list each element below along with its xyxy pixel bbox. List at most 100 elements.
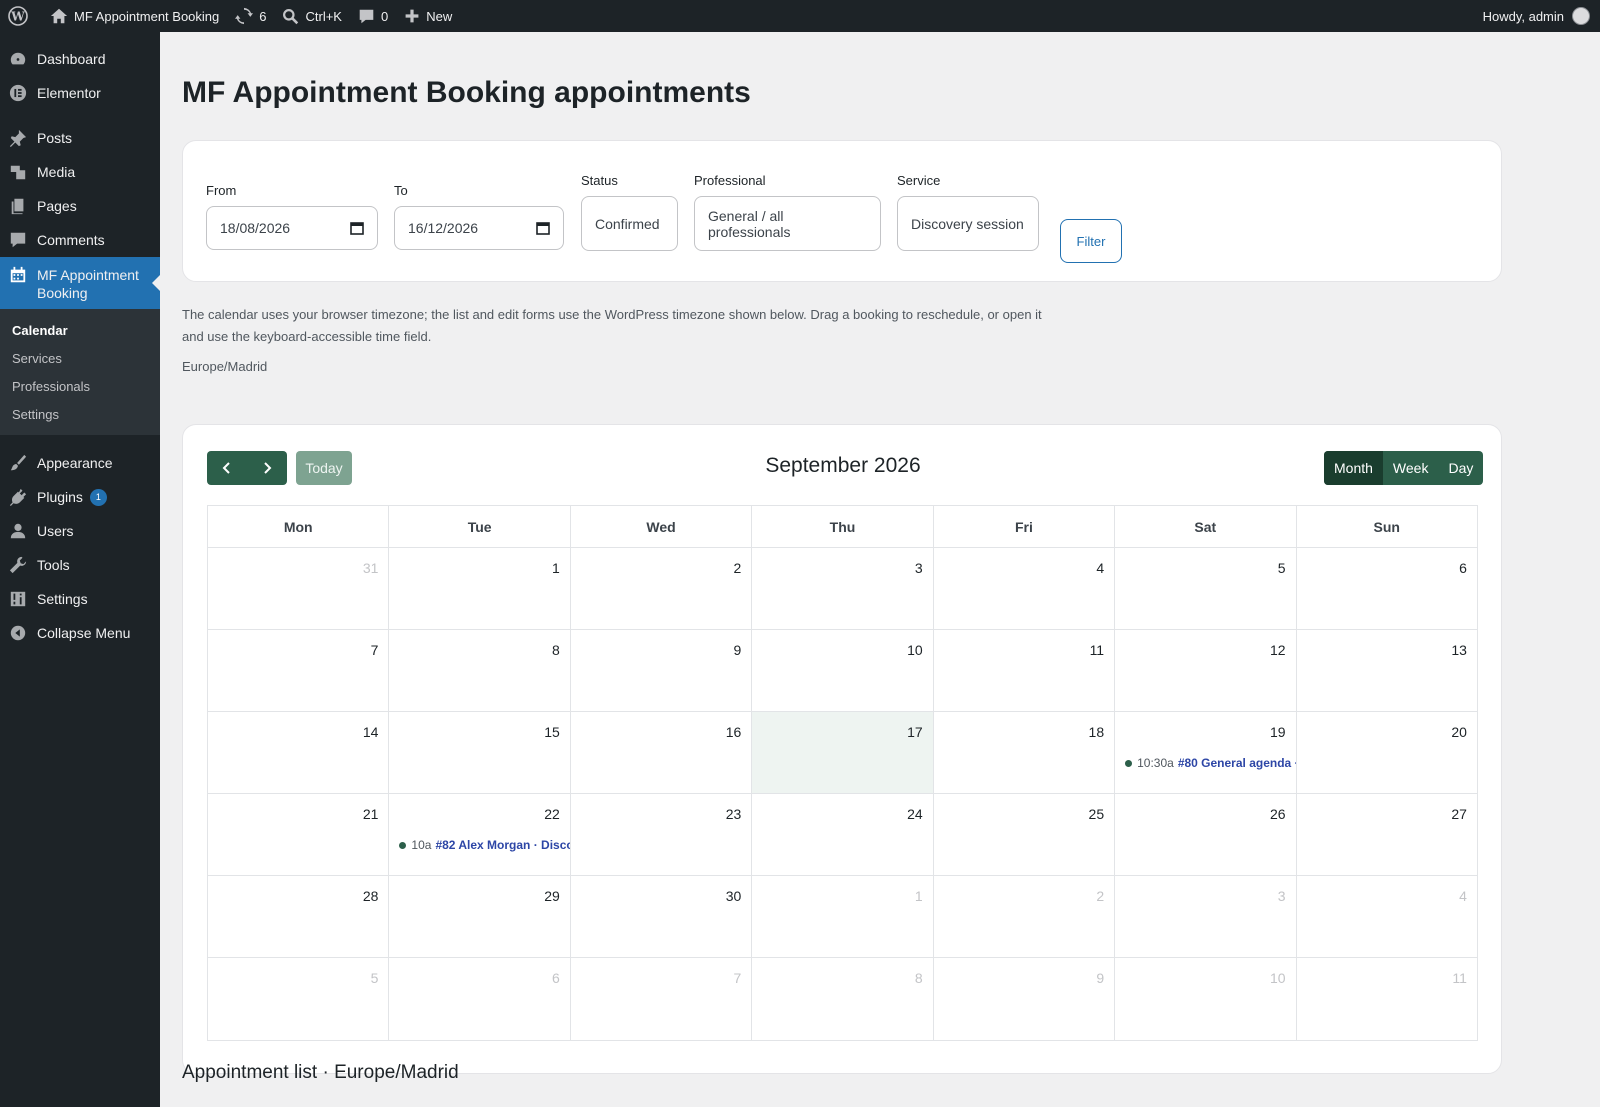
calendar-picker-icon[interactable] <box>350 221 364 235</box>
day-number[interactable]: 21 <box>363 806 379 822</box>
sidebar-item-media[interactable]: Media <box>0 155 160 189</box>
day-number[interactable]: 11 <box>1090 642 1105 658</box>
sidebar-item-plugins[interactable]: Plugins 1 <box>0 480 160 514</box>
day-cell[interactable]: 9 <box>934 958 1116 1040</box>
day-number[interactable]: 7 <box>733 970 741 986</box>
submenu-professionals[interactable]: Professionals <box>0 372 160 400</box>
day-cell-today[interactable]: 17 <box>752 712 934 793</box>
day-cell[interactable]: 19 10:30a #80 General agenda · <box>1115 712 1297 793</box>
day-number[interactable]: 20 <box>1451 724 1467 740</box>
day-cell[interactable]: 31 <box>208 548 390 629</box>
day-cell[interactable]: 11 <box>1297 958 1477 1040</box>
day-cell[interactable]: 7 <box>571 958 753 1040</box>
calendar-event[interactable]: 10a #82 Alex Morgan · Disco <box>399 838 570 852</box>
sidebar-item-posts[interactable]: Posts <box>0 121 160 155</box>
day-number[interactable]: 29 <box>544 888 560 904</box>
calendar-picker-icon[interactable] <box>536 221 550 235</box>
from-date-input[interactable]: 18/08/2026 <box>206 206 378 250</box>
day-number[interactable]: 10 <box>907 642 923 658</box>
day-number[interactable]: 11 <box>1452 970 1467 986</box>
day-number[interactable]: 8 <box>552 642 560 658</box>
day-cell[interactable]: 4 <box>934 548 1116 629</box>
sidebar-item-settings[interactable]: Settings <box>0 582 160 616</box>
day-cell[interactable]: 24 <box>752 794 934 875</box>
day-number[interactable]: 27 <box>1451 806 1467 822</box>
day-cell[interactable]: 10 <box>1115 958 1297 1040</box>
day-number[interactable]: 8 <box>915 970 923 986</box>
day-number[interactable]: 12 <box>1270 642 1286 658</box>
wordpress-logo[interactable]: W <box>0 0 42 32</box>
day-cell[interactable]: 25 <box>934 794 1116 875</box>
site-name-link[interactable]: MF Appointment Booking <box>42 0 227 32</box>
day-cell[interactable]: 26 <box>1115 794 1297 875</box>
day-number[interactable]: 22 <box>544 806 560 822</box>
day-number[interactable]: 19 <box>1270 724 1286 740</box>
sidebar-item-mf-appointment-booking[interactable]: MF Appointment Booking <box>0 257 160 309</box>
day-cell[interactable]: 22 10a #82 Alex Morgan · Disco <box>389 794 571 875</box>
day-cell[interactable]: 1 <box>752 876 934 957</box>
collapse-menu-button[interactable]: Collapse Menu <box>0 616 160 650</box>
day-number[interactable]: 28 <box>363 888 379 904</box>
day-number[interactable]: 2 <box>1096 888 1104 904</box>
day-cell[interactable]: 13 <box>1297 630 1477 711</box>
day-number[interactable]: 15 <box>544 724 560 740</box>
day-number[interactable]: 13 <box>1451 642 1467 658</box>
day-cell[interactable]: 30 <box>571 876 753 957</box>
day-number[interactable]: 6 <box>1459 560 1467 576</box>
view-week-button[interactable]: Week <box>1383 451 1439 485</box>
day-cell[interactable]: 6 <box>389 958 571 1040</box>
day-number[interactable]: 17 <box>907 724 923 740</box>
view-month-button[interactable]: Month <box>1324 451 1383 485</box>
day-number[interactable]: 10 <box>1270 970 1286 986</box>
day-cell[interactable]: 7 <box>208 630 390 711</box>
sidebar-item-dashboard[interactable]: Dashboard <box>0 42 160 76</box>
day-cell[interactable]: 11 <box>934 630 1116 711</box>
day-number[interactable]: 1 <box>915 888 923 904</box>
day-cell[interactable]: 9 <box>571 630 753 711</box>
day-number[interactable]: 7 <box>371 642 379 658</box>
sidebar-item-comments[interactable]: Comments <box>0 223 160 257</box>
professional-select[interactable]: General / all professionals <box>694 196 881 251</box>
day-cell[interactable]: 4 <box>1297 876 1477 957</box>
day-number[interactable]: 25 <box>1089 806 1105 822</box>
status-select[interactable]: Confirmed <box>581 196 678 251</box>
day-number[interactable]: 9 <box>1096 970 1104 986</box>
day-cell[interactable]: 20 <box>1297 712 1477 793</box>
day-cell[interactable]: 21 <box>208 794 390 875</box>
calendar-event[interactable]: 10:30a #80 General agenda · <box>1125 756 1296 770</box>
day-number[interactable]: 4 <box>1459 888 1467 904</box>
day-number[interactable]: 2 <box>733 560 741 576</box>
day-number[interactable]: 26 <box>1270 806 1286 822</box>
day-cell[interactable]: 10 <box>752 630 934 711</box>
day-cell[interactable]: 3 <box>1115 876 1297 957</box>
day-cell[interactable]: 6 <box>1297 548 1477 629</box>
day-cell[interactable]: 15 <box>389 712 571 793</box>
day-cell[interactable]: 2 <box>934 876 1116 957</box>
day-number[interactable]: 24 <box>907 806 923 822</box>
day-number[interactable]: 3 <box>915 560 923 576</box>
sidebar-item-pages[interactable]: Pages <box>0 189 160 223</box>
day-number[interactable]: 6 <box>552 970 560 986</box>
updates-link[interactable]: 6 <box>227 0 274 32</box>
day-cell[interactable]: 8 <box>389 630 571 711</box>
sidebar-item-appearance[interactable]: Appearance <box>0 446 160 480</box>
day-cell[interactable]: 3 <box>752 548 934 629</box>
filter-button[interactable]: Filter <box>1060 219 1122 263</box>
to-date-input[interactable]: 16/12/2026 <box>394 206 564 250</box>
submenu-settings[interactable]: Settings <box>0 400 160 428</box>
day-cell[interactable]: 5 <box>208 958 390 1040</box>
day-cell[interactable]: 18 <box>934 712 1116 793</box>
day-cell[interactable]: 2 <box>571 548 753 629</box>
day-number[interactable]: 9 <box>733 642 741 658</box>
day-number[interactable]: 31 <box>363 560 379 576</box>
day-number[interactable]: 1 <box>552 560 560 576</box>
day-number[interactable]: 5 <box>1278 560 1286 576</box>
day-number[interactable]: 30 <box>726 888 742 904</box>
day-number[interactable]: 18 <box>1089 724 1105 740</box>
submenu-calendar[interactable]: Calendar <box>0 316 160 344</box>
sidebar-item-elementor[interactable]: Elementor <box>0 76 160 110</box>
day-cell[interactable]: 1 <box>389 548 571 629</box>
submenu-services[interactable]: Services <box>0 344 160 372</box>
day-cell[interactable]: 29 <box>389 876 571 957</box>
day-cell[interactable]: 12 <box>1115 630 1297 711</box>
